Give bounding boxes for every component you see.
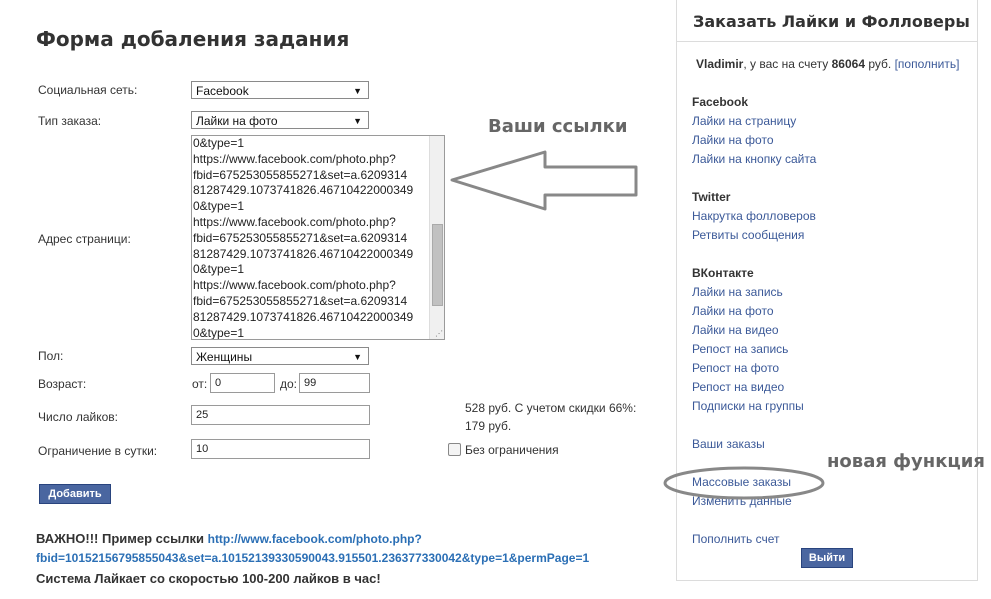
sidebar-divider <box>677 41 977 42</box>
social-network-value: Facebook <box>196 84 249 98</box>
highlight-ellipse-icon <box>663 466 825 500</box>
sidebar-item-vk-video-repost[interactable]: Репост на видео <box>692 380 784 394</box>
sidebar-item-twitter-followers[interactable]: Накрутка фолловеров <box>692 209 816 223</box>
sidebar-item-twitter-retweets[interactable]: Ретвиты сообщения <box>692 228 804 242</box>
balance-prefix: , у вас на счету <box>743 57 829 71</box>
resize-grip-icon[interactable]: ⋰ <box>435 329 443 338</box>
sidebar-item-vk-video-likes[interactable]: Лайки на видео <box>692 323 779 337</box>
dropdown-arrow-icon: ▼ <box>353 352 362 362</box>
age-from-label: от: <box>192 377 208 391</box>
vkontakte-heading: ВКонтакте <box>692 266 754 280</box>
top-up-link[interactable]: [пополнить] <box>895 57 960 71</box>
gender-value: Женщины <box>196 350 253 364</box>
example-link-part2[interactable]: fbid=10152156795855043&set=a.10152139330… <box>36 551 589 565</box>
sidebar-item-vk-photo-repost[interactable]: Репост на фото <box>692 361 779 375</box>
new-feature-annotation: новая функция <box>827 451 985 472</box>
daily-limit-input[interactable]: 10 <box>191 439 370 459</box>
scrollbar-thumb[interactable] <box>432 224 443 306</box>
add-button[interactable]: Добавить <box>39 484 111 504</box>
price-discounted: 179 руб. <box>465 419 512 433</box>
sidebar-item-fb-site-button-likes[interactable]: Лайки на кнопку сайта <box>692 152 816 166</box>
order-type-value: Лайки на фото <box>196 114 278 128</box>
order-type-select[interactable]: Лайки на фото ▼ <box>191 111 369 129</box>
order-type-label: Тип заказа: <box>38 114 102 128</box>
textarea-scrollbar[interactable] <box>429 136 444 339</box>
age-to-input[interactable]: 99 <box>299 373 370 393</box>
page-title: Форма добаления задания <box>36 27 350 51</box>
twitter-heading: Twitter <box>692 190 731 204</box>
dropdown-arrow-icon: ▼ <box>353 116 362 126</box>
likes-count-label: Число лайков: <box>38 410 118 424</box>
daily-limit-label: Ограничение в сутки: <box>38 444 158 458</box>
sidebar-item-your-orders[interactable]: Ваши заказы <box>692 437 765 451</box>
your-links-annotation: Ваши ссылки <box>488 116 628 137</box>
sidebar-item-fb-page-likes[interactable]: Лайки на страницу <box>692 114 796 128</box>
example-link-part1[interactable]: http://www.facebook.com/photo.php? <box>208 532 422 546</box>
price-text: 528 руб. С учетом скидки 66%: <box>465 401 637 415</box>
no-limit-checkbox[interactable] <box>448 443 461 456</box>
page-address-textarea[interactable]: 0&type=1 https://www.facebook.com/photo.… <box>191 135 445 340</box>
balance-currency: руб. <box>868 57 892 71</box>
important-note: ВАЖНО!!! Пример ссылки http://www.facebo… <box>36 531 422 546</box>
dropdown-arrow-icon: ▼ <box>353 86 362 96</box>
social-network-label: Социальная сеть: <box>38 83 138 97</box>
balance-amount: 86064 <box>831 57 865 71</box>
gender-label: Пол: <box>38 349 64 363</box>
important-prefix: ВАЖНО!!! Пример ссылки <box>36 531 204 546</box>
sidebar-item-vk-group-subscriptions[interactable]: Подписки на группы <box>692 399 804 413</box>
social-network-select[interactable]: Facebook ▼ <box>191 81 369 99</box>
age-from-input[interactable]: 0 <box>210 373 275 393</box>
sidebar-item-vk-photo-likes[interactable]: Лайки на фото <box>692 304 774 318</box>
left-arrow-annotation-icon <box>450 150 638 211</box>
balance-line: Vladimir, у вас на счету 86064 руб. [поп… <box>696 57 959 71</box>
sidebar-item-vk-post-repost[interactable]: Репост на запись <box>692 342 788 356</box>
age-label: Возраст: <box>38 377 87 391</box>
likes-count-input[interactable]: 25 <box>191 405 370 425</box>
page-address-label: Адрес страници: <box>38 232 131 246</box>
logout-button[interactable]: Выйти <box>801 548 853 568</box>
page-address-value: 0&type=1 https://www.facebook.com/photo.… <box>193 136 414 340</box>
speed-note: Система Лайкает со скоростью 100-200 лай… <box>36 571 381 586</box>
facebook-heading: Facebook <box>692 95 749 109</box>
sidebar-item-vk-post-likes[interactable]: Лайки на запись <box>692 285 783 299</box>
age-to-label: до: <box>280 377 298 391</box>
no-limit-label: Без ограничения <box>465 443 559 457</box>
sidebar-item-top-up-account[interactable]: Пополнить счет <box>692 532 780 546</box>
sidebar-item-fb-photo-likes[interactable]: Лайки на фото <box>692 133 774 147</box>
user-name: Vladimir <box>696 57 744 71</box>
gender-select[interactable]: Женщины ▼ <box>191 347 369 365</box>
sidebar-title: Заказать Лайки и Фолловеры <box>693 12 970 31</box>
